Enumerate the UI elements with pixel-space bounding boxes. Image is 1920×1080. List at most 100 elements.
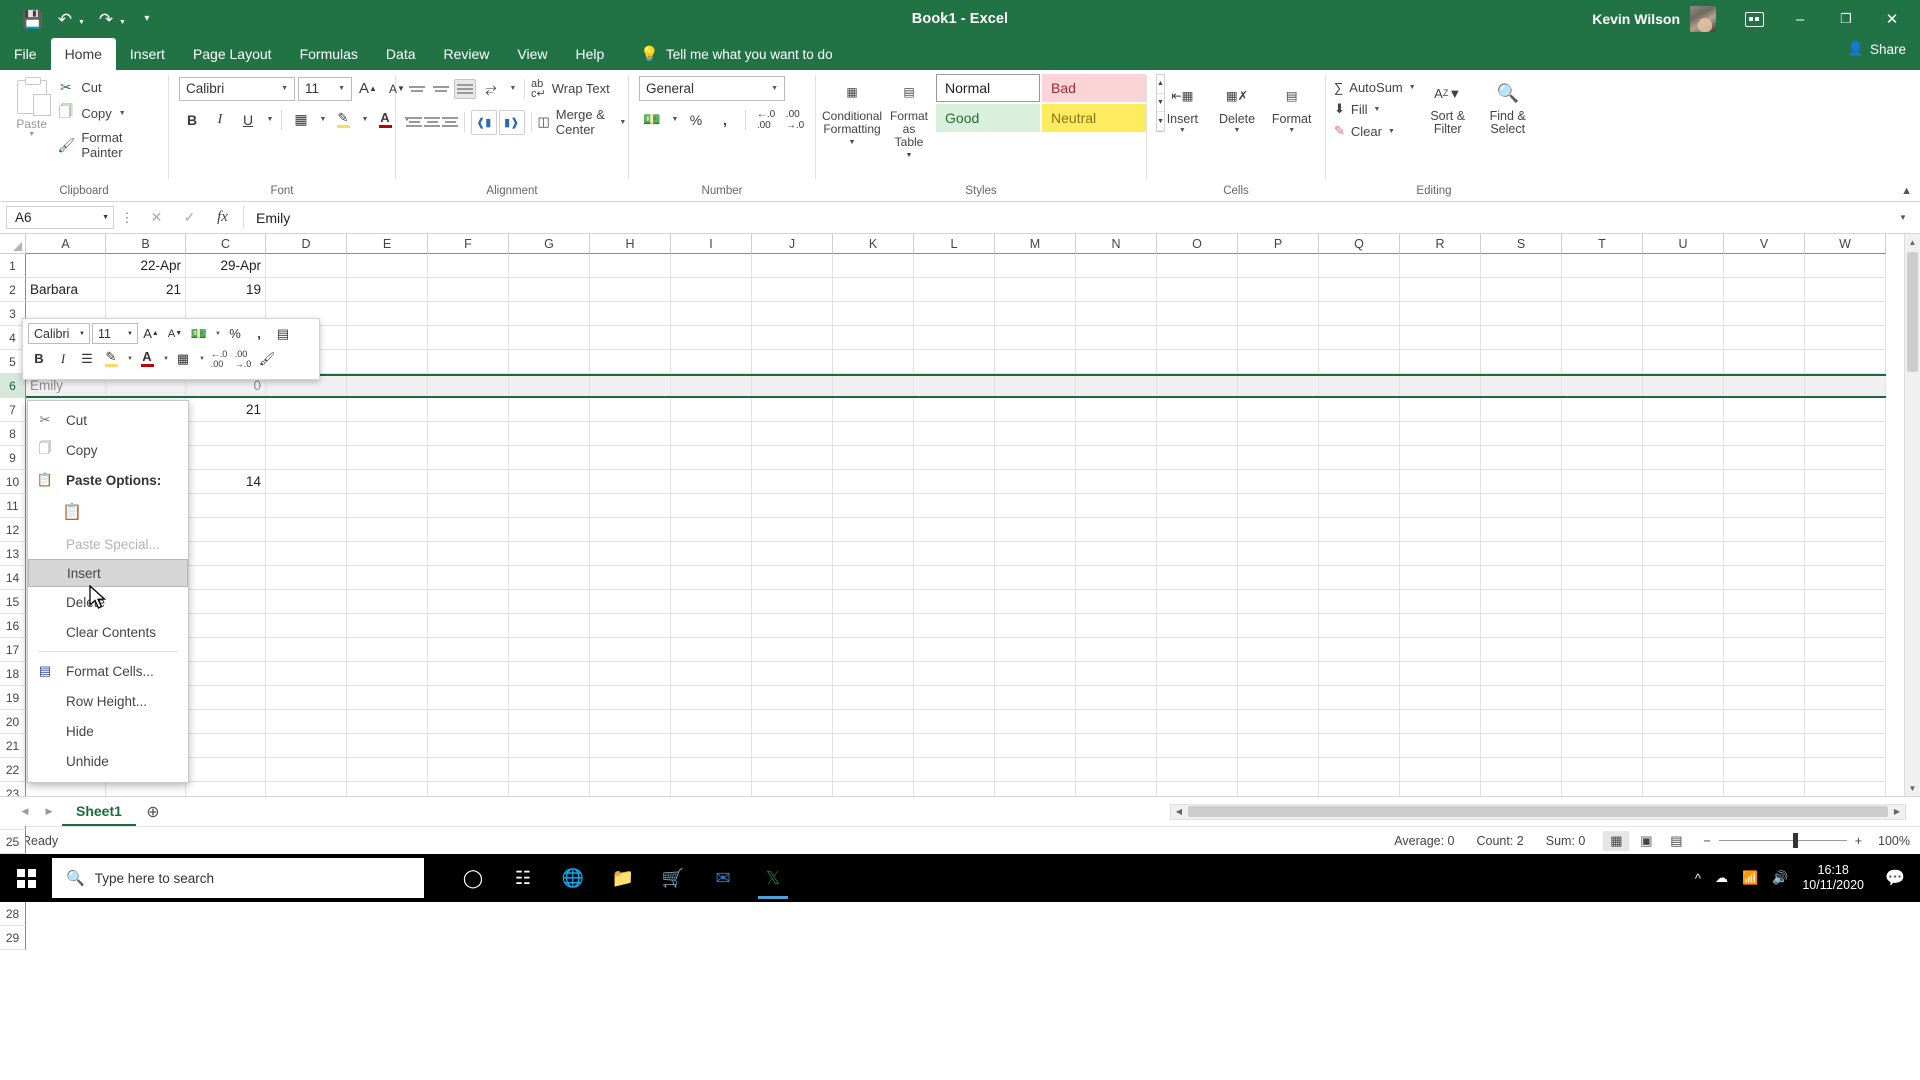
cell-M8[interactable] [995,422,1076,446]
cell-T16[interactable] [1562,614,1643,638]
row-header-12[interactable]: 12 [0,518,26,542]
cell-I12[interactable] [671,518,752,542]
cell-U4[interactable] [1643,326,1724,350]
cell-C22[interactable] [186,758,266,782]
cell-P22[interactable] [1238,758,1319,782]
cell-R18[interactable] [1400,662,1481,686]
cell-N2[interactable] [1076,278,1157,302]
insert-function-button[interactable]: fx [206,206,239,229]
cell-F22[interactable] [428,758,509,782]
zoom-level[interactable]: 100% [1870,834,1910,848]
cell-J16[interactable] [752,614,833,638]
cell-R5[interactable] [1400,350,1481,374]
cell-O1[interactable] [1157,254,1238,278]
cell-P21[interactable] [1238,734,1319,758]
cell-L5[interactable] [914,350,995,374]
cell-S6[interactable] [1481,374,1562,398]
cell-H9[interactable] [590,446,671,470]
column-header-W[interactable]: W [1805,234,1886,254]
cell-Q2[interactable] [1319,278,1400,302]
mini-font-family-select[interactable]: Calibri ▼ [28,323,90,344]
cell-R13[interactable] [1400,542,1481,566]
cell-T18[interactable] [1562,662,1643,686]
cell-J14[interactable] [752,566,833,590]
find-select-button[interactable]: 🔍 Find & Select [1480,76,1536,136]
context-menu-item-unhide[interactable]: Unhide [28,746,188,776]
excel-taskbar-icon[interactable]: 𝕏 [750,857,796,899]
cell-O23[interactable] [1157,782,1238,796]
edge-icon[interactable]: 🌐 [550,857,596,899]
mini-comma-button[interactable]: , [248,323,270,344]
cell-C1[interactable]: 29-Apr [186,254,266,278]
cell-G10[interactable] [509,470,590,494]
cell-C14[interactable] [186,566,266,590]
collapse-ribbon-icon[interactable]: ▲ [1901,185,1912,197]
cell-M13[interactable] [995,542,1076,566]
cell-S11[interactable] [1481,494,1562,518]
cell-E12[interactable] [347,518,428,542]
cell-F23[interactable] [428,782,509,796]
tab-formulas[interactable]: Formulas [286,38,372,70]
cell-S5[interactable] [1481,350,1562,374]
cell-J3[interactable] [752,302,833,326]
cell-L7[interactable] [914,398,995,422]
cell-S13[interactable] [1481,542,1562,566]
scroll-left-icon[interactable]: ◀ [1171,807,1187,816]
cell-O13[interactable] [1157,542,1238,566]
cell-U17[interactable] [1643,638,1724,662]
cell-N22[interactable] [1076,758,1157,782]
mini-bold-button[interactable]: B [28,348,50,369]
cell-D14[interactable] [266,566,347,590]
cell-I5[interactable] [671,350,752,374]
cell-I19[interactable] [671,686,752,710]
cell-R6[interactable] [1400,374,1481,398]
cell-I2[interactable] [671,278,752,302]
cell-O2[interactable] [1157,278,1238,302]
cell-J19[interactable] [752,686,833,710]
scroll-right-icon[interactable]: ▶ [1889,807,1905,816]
cell-F9[interactable] [428,446,509,470]
cell-Q4[interactable] [1319,326,1400,350]
cell-Q23[interactable] [1319,782,1400,796]
cell-E13[interactable] [347,542,428,566]
cell-Q15[interactable] [1319,590,1400,614]
align-bottom-button[interactable] [454,78,476,99]
cell-E7[interactable] [347,398,428,422]
conditional-formatting-button[interactable]: ▦ Conditional Formatting ▼ [822,74,882,149]
cell-Q5[interactable] [1319,350,1400,374]
column-header-M[interactable]: M [995,234,1076,254]
cell-H20[interactable] [590,710,671,734]
cell-G18[interactable] [509,662,590,686]
cell-E8[interactable] [347,422,428,446]
increase-font-size-button[interactable]: A ▲ [355,76,381,101]
cell-H13[interactable] [590,542,671,566]
cell-I9[interactable] [671,446,752,470]
cell-W14[interactable] [1805,566,1886,590]
cell-U7[interactable] [1643,398,1724,422]
cell-Q7[interactable] [1319,398,1400,422]
avatar[interactable] [1690,6,1716,32]
cell-I6[interactable] [671,374,752,398]
cell-G5[interactable] [509,350,590,374]
wrap-text-button[interactable]: ab c↵ Wrap Text [531,78,610,99]
row-header-19[interactable]: 19 [0,686,26,710]
action-center-icon[interactable]: 💬 [1878,868,1912,888]
cell-N5[interactable] [1076,350,1157,374]
cell-R17[interactable] [1400,638,1481,662]
format-cells-button[interactable]: ▤ Format ▼ [1264,76,1319,135]
cell-E11[interactable] [347,494,428,518]
cell-G6[interactable] [509,374,590,398]
file-explorer-icon[interactable]: 📁 [600,857,646,899]
cell-P19[interactable] [1238,686,1319,710]
cell-S8[interactable] [1481,422,1562,446]
cell-C19[interactable] [186,686,266,710]
cell-C23[interactable] [186,782,266,796]
cell-D15[interactable] [266,590,347,614]
cell-K15[interactable] [833,590,914,614]
cell-F14[interactable] [428,566,509,590]
cell-S20[interactable] [1481,710,1562,734]
cell-U22[interactable] [1643,758,1724,782]
align-middle-button[interactable] [430,79,452,99]
cell-U5[interactable] [1643,350,1724,374]
cell-F11[interactable] [428,494,509,518]
